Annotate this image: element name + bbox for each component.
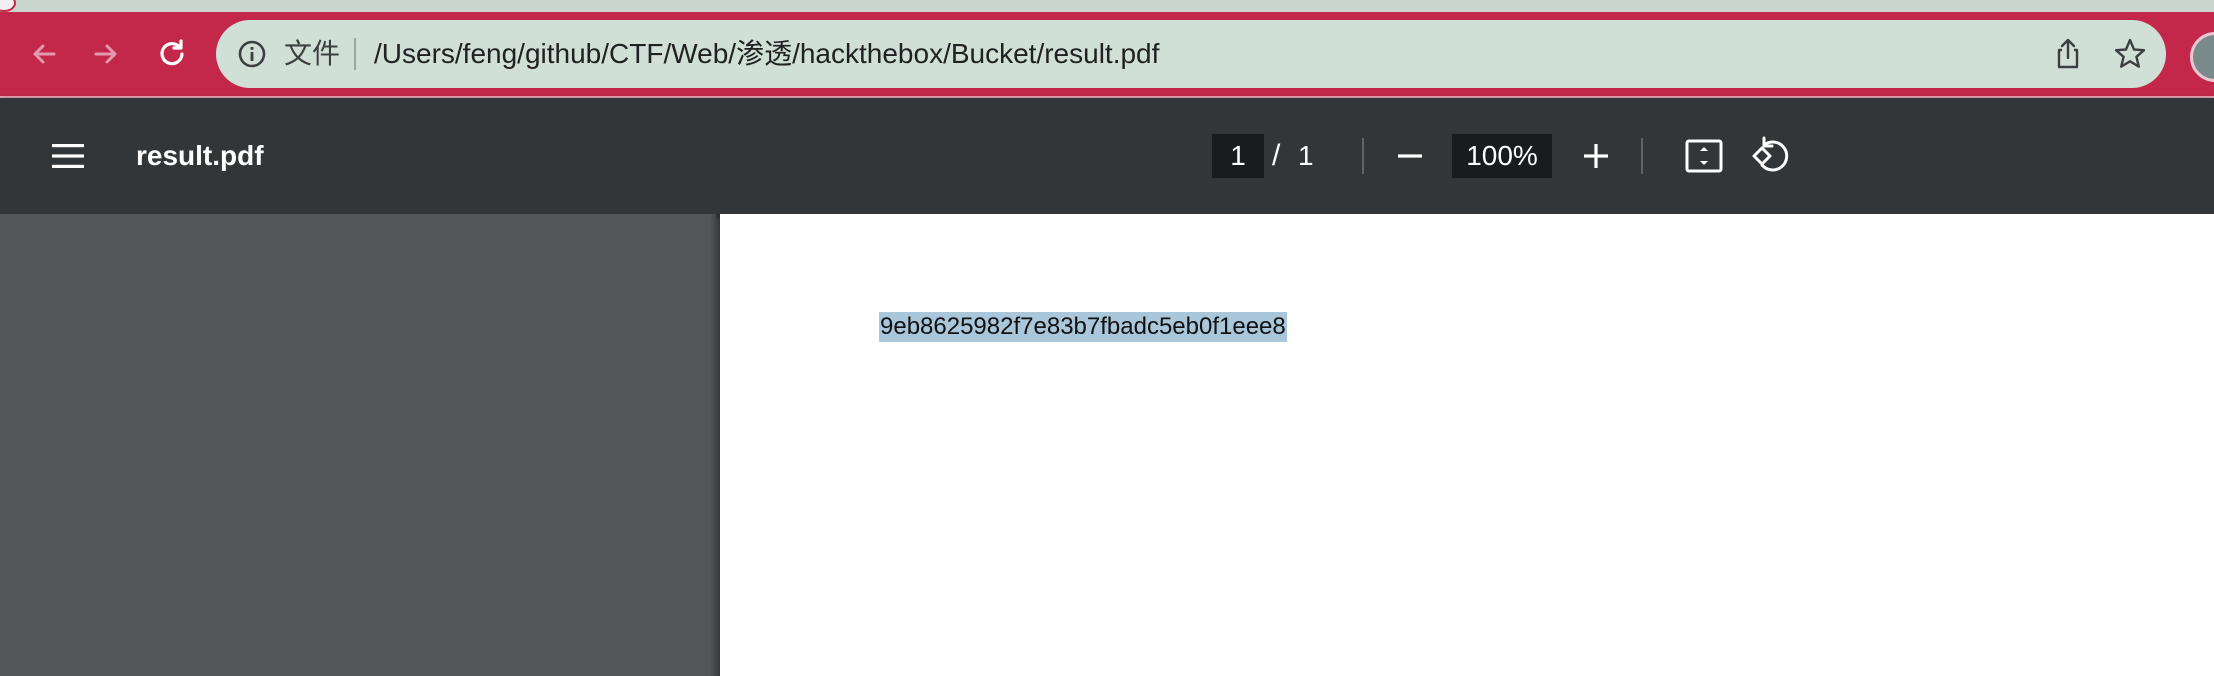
reload-button[interactable] bbox=[142, 24, 202, 84]
share-icon[interactable] bbox=[2050, 36, 2086, 72]
page-separator: / bbox=[1272, 139, 1281, 172]
forward-button[interactable] bbox=[76, 24, 136, 84]
back-arrow-icon bbox=[33, 44, 56, 64]
page-number-input[interactable]: 1 bbox=[1212, 134, 1264, 178]
page-total: 1 bbox=[1298, 140, 1314, 171]
scheme-label: 文件 bbox=[284, 38, 341, 69]
back-button[interactable] bbox=[14, 24, 74, 84]
browser-toolbar: 文件 /Users/feng/github/CTF/Web/渗透/hackthe… bbox=[0, 12, 2214, 96]
pdf-toolbar: result.pdf 1 / 1 100% bbox=[0, 98, 2214, 214]
address-separator bbox=[354, 38, 356, 70]
forward-arrow-icon bbox=[94, 44, 117, 64]
reload-icon bbox=[160, 39, 184, 66]
zoom-in-icon[interactable] bbox=[1574, 134, 1618, 178]
sidebar-shadow bbox=[710, 214, 720, 676]
extension-icon[interactable] bbox=[2190, 32, 2214, 82]
zoom-level-input[interactable]: 100% bbox=[1452, 134, 1552, 178]
fit-page-icon[interactable] bbox=[1680, 132, 1728, 180]
info-icon[interactable] bbox=[236, 38, 268, 70]
pdf-page-text[interactable]: 9eb8625982f7e83b7fbadc5eb0f1eee8 bbox=[879, 312, 1287, 342]
zoom-out-icon[interactable] bbox=[1388, 134, 1432, 178]
window-close-dot[interactable] bbox=[0, 0, 16, 12]
url-text[interactable]: /Users/feng/github/CTF/Web/渗透/hackthebox… bbox=[374, 20, 1159, 88]
pdf-title: result.pdf bbox=[136, 140, 264, 171]
window-top-strip bbox=[0, 0, 2214, 12]
rotate-icon[interactable] bbox=[1750, 132, 1798, 180]
pdf-page: 9eb8625982f7e83b7fbadc5eb0f1eee8 bbox=[720, 214, 2214, 676]
pdf-sidebar bbox=[0, 214, 716, 676]
star-icon[interactable] bbox=[2112, 36, 2148, 72]
toolbar-divider-2 bbox=[1641, 138, 1643, 174]
menu-icon[interactable] bbox=[44, 132, 92, 180]
toolbar-divider-1 bbox=[1362, 138, 1364, 174]
address-bar[interactable]: 文件 /Users/feng/github/CTF/Web/渗透/hackthe… bbox=[216, 20, 2166, 88]
